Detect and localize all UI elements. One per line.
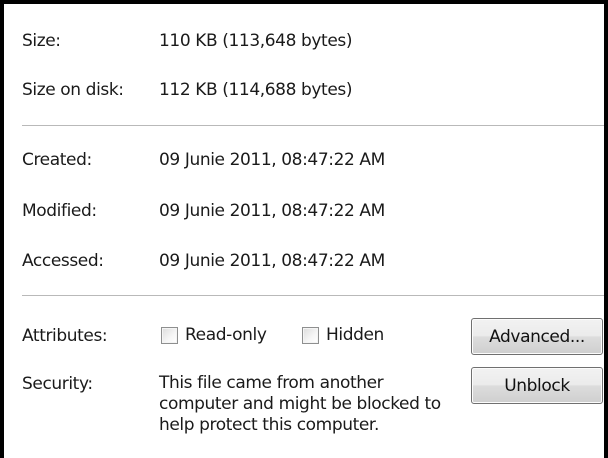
size-on-disk-label: Size on disk: <box>22 80 124 100</box>
modified-label: Modified: <box>22 201 97 221</box>
modified-value: 09 Junie 2011, 08:47:22 AM <box>159 201 385 221</box>
size-label: Size: <box>22 31 61 51</box>
file-properties-panel: Size: 110 KB (113,648 bytes) Size on dis… <box>0 0 608 458</box>
separator <box>22 125 604 126</box>
security-message: This file came from another computer and… <box>159 373 441 436</box>
security-message-line: computer and might be blocked to <box>159 394 441 414</box>
accessed-value: 09 Junie 2011, 08:47:22 AM <box>159 251 385 271</box>
hidden-checkbox[interactable]: Hidden <box>302 325 384 345</box>
advanced-button[interactable]: Advanced... <box>471 318 603 355</box>
separator <box>22 295 604 296</box>
security-message-line: This file came from another <box>159 373 384 393</box>
security-label: Security: <box>22 374 93 394</box>
hidden-checkbox-box[interactable] <box>302 326 319 344</box>
accessed-label: Accessed: <box>22 251 104 271</box>
size-value: 110 KB (113,648 bytes) <box>159 31 353 51</box>
created-value: 09 Junie 2011, 08:47:22 AM <box>159 150 385 170</box>
read-only-label: Read-only <box>185 325 267 345</box>
read-only-checkbox-box[interactable] <box>161 326 178 344</box>
unblock-button[interactable]: Unblock <box>471 367 603 404</box>
security-message-line: help protect this computer. <box>159 415 379 435</box>
read-only-checkbox[interactable]: Read-only <box>161 325 267 345</box>
attributes-label: Attributes: <box>22 326 108 346</box>
size-on-disk-value: 112 KB (114,688 bytes) <box>159 80 353 100</box>
hidden-label: Hidden <box>326 325 384 345</box>
created-label: Created: <box>22 150 92 170</box>
